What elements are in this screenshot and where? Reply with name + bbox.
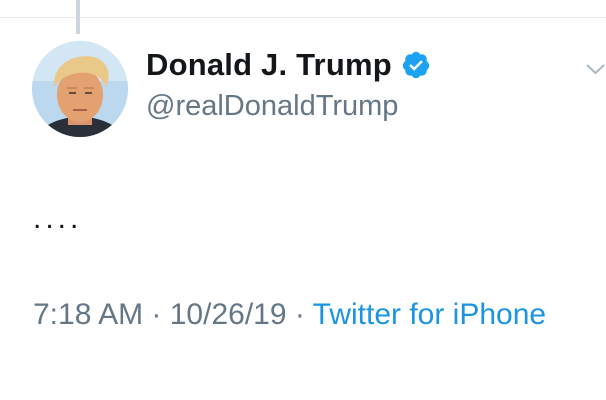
- author-display-name[interactable]: Donald J. Trump: [146, 47, 392, 83]
- verified-badge-icon: [401, 50, 431, 80]
- tweet-detail: Donald J. Trump @realDonaldTrump .... 7:…: [0, 0, 606, 400]
- author-handle[interactable]: @realDonaldTrump: [146, 90, 398, 123]
- meta-separator: ·: [286, 298, 313, 331]
- author-name-row[interactable]: Donald J. Trump: [146, 47, 431, 83]
- tweet-timestamp[interactable]: 7:18 AM: [33, 298, 143, 331]
- tweet-source-link[interactable]: Twitter for iPhone: [313, 298, 546, 331]
- chevron-down-icon[interactable]: [585, 61, 606, 77]
- tweet-text: ....: [33, 202, 83, 235]
- meta-separator: ·: [143, 298, 170, 331]
- avatar[interactable]: [32, 41, 128, 137]
- thread-connector-line: [76, 0, 80, 34]
- avatar-image: [32, 41, 128, 137]
- top-divider: [0, 17, 606, 18]
- tweet-date[interactable]: 10/26/19: [170, 298, 287, 331]
- tweet-meta: 7:18 AM · 10/26/19 · Twitter for iPhone: [33, 293, 553, 336]
